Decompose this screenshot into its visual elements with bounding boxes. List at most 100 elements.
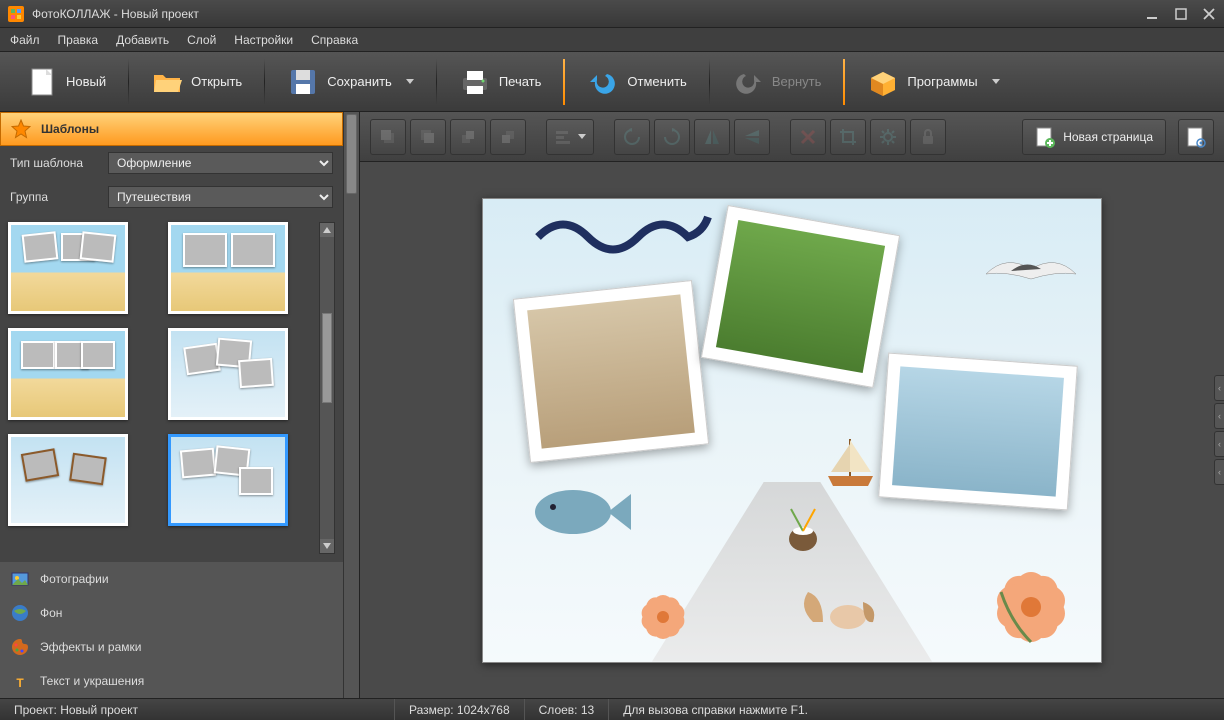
send-backward-button[interactable] (490, 119, 526, 155)
rotate-right-button[interactable] (654, 119, 690, 155)
template-group-filter: Группа Путешествия (0, 180, 343, 214)
statusbar: Проект: Новый проект Размер: 1024x768 Сл… (0, 698, 1224, 720)
maximize-button[interactable] (1174, 7, 1188, 21)
status-help: Для вызова справки нажмите F1. (609, 699, 1224, 720)
window-title: ФотоКОЛЛАЖ - Новый проект (32, 7, 1146, 21)
palette-icon (10, 637, 30, 657)
flip-horizontal-button[interactable] (694, 119, 730, 155)
chevron-down-icon (406, 79, 414, 84)
side-handle[interactable]: ‹ (1214, 459, 1224, 485)
panel-effects[interactable]: Эффекты и рамки (0, 630, 343, 664)
canvas[interactable] (482, 198, 1102, 663)
template-thumb[interactable] (168, 222, 288, 314)
side-panel-handles: ‹ ‹ ‹ ‹ (1214, 375, 1224, 485)
panel-photos[interactable]: Фотографии (0, 562, 343, 596)
template-type-filter: Тип шаблона Оформление (0, 146, 343, 180)
svg-text:T: T (16, 676, 24, 690)
align-button[interactable] (546, 119, 594, 155)
photo-frame[interactable] (513, 280, 709, 463)
minimize-button[interactable] (1146, 7, 1160, 21)
bring-to-front-button[interactable] (370, 119, 406, 155)
template-thumb[interactable] (8, 222, 128, 314)
crop-button[interactable] (830, 119, 866, 155)
close-button[interactable] (1202, 7, 1216, 21)
menu-edit[interactable]: Правка (58, 33, 99, 47)
page-gear-icon (1186, 126, 1206, 148)
chevron-down-icon (992, 79, 1000, 84)
redo-icon (732, 66, 764, 98)
send-to-back-button[interactable] (410, 119, 446, 155)
panel-text[interactable]: T Текст и украшения (0, 664, 343, 698)
new-button[interactable]: Новый (12, 57, 120, 107)
text-icon: T (10, 671, 30, 691)
side-handle[interactable]: ‹ (1214, 375, 1224, 401)
window-controls (1146, 7, 1216, 21)
coconut-graphic (783, 507, 823, 552)
template-thumb[interactable] (168, 328, 288, 420)
seagull-graphic (981, 249, 1081, 299)
app-icon (8, 6, 24, 22)
scroll-thumb[interactable] (322, 313, 332, 403)
print-button[interactable]: Печать (445, 57, 556, 107)
template-scrollbar[interactable] (319, 222, 335, 554)
sidebar: Шаблоны Тип шаблона Оформление Группа Пу… (0, 112, 360, 698)
globe-icon (10, 603, 30, 623)
scroll-thumb[interactable] (346, 114, 357, 194)
template-type-select[interactable]: Оформление (108, 152, 333, 174)
programs-button[interactable]: Программы (853, 57, 1013, 107)
menu-help[interactable]: Справка (311, 33, 358, 47)
side-handle[interactable]: ‹ (1214, 431, 1224, 457)
sidebar-scrollbar[interactable] (343, 112, 359, 698)
menu-settings[interactable]: Настройки (234, 33, 293, 47)
photos-icon (10, 569, 30, 589)
photo-frame[interactable] (878, 352, 1078, 510)
status-size: Размер: 1024x768 (395, 699, 525, 720)
save-button[interactable]: Сохранить (273, 57, 428, 107)
redo-button[interactable]: Вернуть (718, 57, 836, 107)
shells-graphic (793, 582, 883, 632)
page-plus-icon (1035, 126, 1055, 148)
delete-button[interactable] (790, 119, 826, 155)
side-handle[interactable]: ‹ (1214, 403, 1224, 429)
properties-button[interactable] (870, 119, 906, 155)
file-icon (26, 66, 58, 98)
template-group-select[interactable]: Путешествия (108, 186, 333, 208)
photo-frame[interactable] (701, 204, 900, 387)
fish-graphic (523, 482, 633, 542)
flip-vertical-button[interactable] (734, 119, 770, 155)
menu-add[interactable]: Добавить (116, 33, 169, 47)
canvas-toolbar: Новая страница (360, 112, 1224, 162)
sailboat-graphic (823, 434, 878, 489)
menu-file[interactable]: Файл (10, 33, 40, 47)
flower-graphic (971, 552, 1091, 652)
panel-background[interactable]: Фон (0, 596, 343, 630)
template-grid (0, 214, 343, 562)
bring-forward-button[interactable] (450, 119, 486, 155)
page-settings-button[interactable] (1178, 119, 1214, 155)
lock-button[interactable] (910, 119, 946, 155)
template-thumb[interactable] (8, 434, 128, 526)
canvas-viewport[interactable]: ‹ ‹ ‹ ‹ (360, 162, 1224, 698)
undo-icon (587, 66, 619, 98)
canvas-area: Новая страница ‹ (360, 112, 1224, 698)
undo-button[interactable]: Отменить (573, 57, 700, 107)
scroll-down-button[interactable] (320, 539, 334, 553)
new-page-button[interactable]: Новая страница (1022, 119, 1166, 155)
rotate-left-button[interactable] (614, 119, 650, 155)
titlebar: ФотоКОЛЛАЖ - Новый проект (0, 0, 1224, 28)
panel-templates[interactable]: Шаблоны (0, 112, 343, 146)
save-icon (287, 66, 319, 98)
star-icon (11, 119, 31, 139)
main-toolbar: Новый Открыть Сохранить Печать Отменить … (0, 52, 1224, 112)
template-thumb[interactable] (8, 328, 128, 420)
open-button[interactable]: Открыть (137, 57, 256, 107)
menu-layer[interactable]: Слой (187, 33, 216, 47)
scroll-up-button[interactable] (320, 223, 334, 237)
template-group-label: Группа (10, 190, 100, 204)
template-thumb-selected[interactable] (168, 434, 288, 526)
box-icon (867, 66, 899, 98)
ribbon-graphic (533, 207, 713, 262)
status-project: Проект: Новый проект (0, 699, 395, 720)
menubar: Файл Правка Добавить Слой Настройки Спра… (0, 28, 1224, 52)
flower-graphic (623, 582, 703, 652)
